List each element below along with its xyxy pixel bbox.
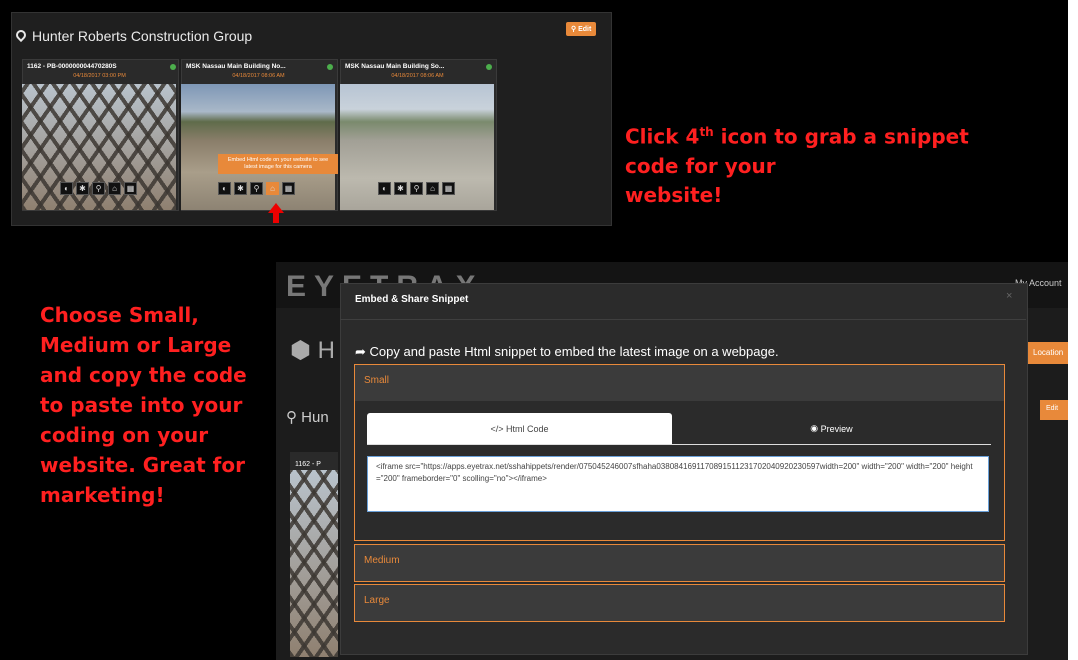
accordion-medium: Medium bbox=[354, 544, 1005, 582]
calendar-icon[interactable]: ▦ bbox=[282, 182, 295, 195]
camera-date: 04/18/2017 08:06 AM bbox=[232, 73, 285, 79]
camera-title[interactable]: MSK Nassau Main Building So... bbox=[345, 63, 444, 70]
history-icon[interactable]: ◐ bbox=[378, 182, 391, 195]
map-pin-icon: ⚲ bbox=[286, 409, 297, 426]
status-online-icon bbox=[486, 64, 492, 70]
settings-icon[interactable]: ✱ bbox=[394, 182, 407, 195]
edit-button[interactable]: ⚲ Edit bbox=[566, 22, 597, 36]
close-button[interactable]: × bbox=[1006, 290, 1012, 302]
page-heading: ⬢ H bbox=[290, 337, 335, 364]
accordion-large-header[interactable]: Large bbox=[355, 585, 1004, 621]
group-title: ⚲ Hun bbox=[286, 409, 329, 426]
accordion-large: Large bbox=[354, 584, 1005, 622]
callout-click-fourth-icon: Click 4th icon to grab a snippet code fo… bbox=[625, 124, 969, 207]
embed-code-icon[interactable]: ⌂ bbox=[266, 182, 279, 195]
settings-icon[interactable]: ✱ bbox=[76, 182, 89, 195]
group-title: Hunter Roberts Construction Group bbox=[13, 27, 252, 44]
status-online-icon bbox=[170, 64, 176, 70]
accordion-small-header[interactable]: Small bbox=[355, 365, 1004, 401]
tab-html-code[interactable]: </> Html Code bbox=[367, 413, 672, 444]
camera-date: 04/18/2017 03:00 PM bbox=[73, 73, 126, 79]
calendar-icon[interactable]: ▦ bbox=[124, 182, 137, 195]
calendar-icon[interactable]: ▦ bbox=[442, 182, 455, 195]
embed-tooltip: Embed Html code on your website to see l… bbox=[218, 154, 338, 175]
camera-toolbar: ◐ ✱ ⚲ ⌂ ▦ bbox=[60, 182, 137, 195]
cube-icon: ⬢ bbox=[290, 337, 311, 364]
embed-code-icon[interactable]: ⌂ bbox=[426, 182, 439, 195]
callout-choose-size: Choose Small, Medium or Large and copy t… bbox=[40, 303, 247, 507]
location-icon[interactable]: ⚲ bbox=[410, 182, 423, 195]
add-location-button[interactable]: Location bbox=[1027, 342, 1068, 364]
tab-preview[interactable]: ◉ Preview bbox=[672, 413, 991, 444]
camera-image[interactable] bbox=[290, 470, 338, 657]
modal-title: Embed & Share Snippet bbox=[355, 294, 469, 305]
share-arrow-icon: ➦ bbox=[355, 344, 366, 359]
camera-title[interactable]: MSK Nassau Main Building No... bbox=[186, 63, 286, 70]
location-icon[interactable]: ⚲ bbox=[250, 182, 263, 195]
map-pin-icon bbox=[13, 27, 29, 43]
location-icon[interactable]: ⚲ bbox=[92, 182, 105, 195]
right-margin bbox=[1068, 0, 1078, 660]
accordion-medium-header[interactable]: Medium bbox=[355, 545, 1004, 581]
modal-instruction: ➦ Copy and paste Html snippet to embed t… bbox=[355, 344, 779, 359]
map-pin-icon: ⚲ bbox=[571, 26, 577, 33]
arrow-up-icon bbox=[268, 203, 284, 223]
settings-icon[interactable]: ✱ bbox=[234, 182, 247, 195]
camera-title[interactable]: 1162 - PB-000000004470280S bbox=[27, 63, 117, 70]
embed-code-icon[interactable]: ⌂ bbox=[108, 182, 121, 195]
history-icon[interactable]: ◐ bbox=[60, 182, 73, 195]
camera-toolbar: ◐ ✱ ⚲ ⌂ ▦ bbox=[378, 182, 455, 195]
status-online-icon bbox=[327, 64, 333, 70]
accordion-small: Small bbox=[354, 364, 1005, 541]
camera-title[interactable]: 1162 - P bbox=[295, 461, 321, 468]
camera-toolbar: ◐ ✱ ⚲ ⌂ ▦ bbox=[218, 182, 295, 195]
eye-icon: ◉ bbox=[810, 423, 819, 433]
edit-button[interactable]: Edit bbox=[1040, 400, 1068, 420]
history-icon[interactable]: ◐ bbox=[218, 182, 231, 195]
camera-date: 04/18/2017 08:06 AM bbox=[391, 73, 444, 79]
embed-code-textarea[interactable]: <iframe src="https://apps.eyetrax.net/ss… bbox=[367, 456, 989, 512]
